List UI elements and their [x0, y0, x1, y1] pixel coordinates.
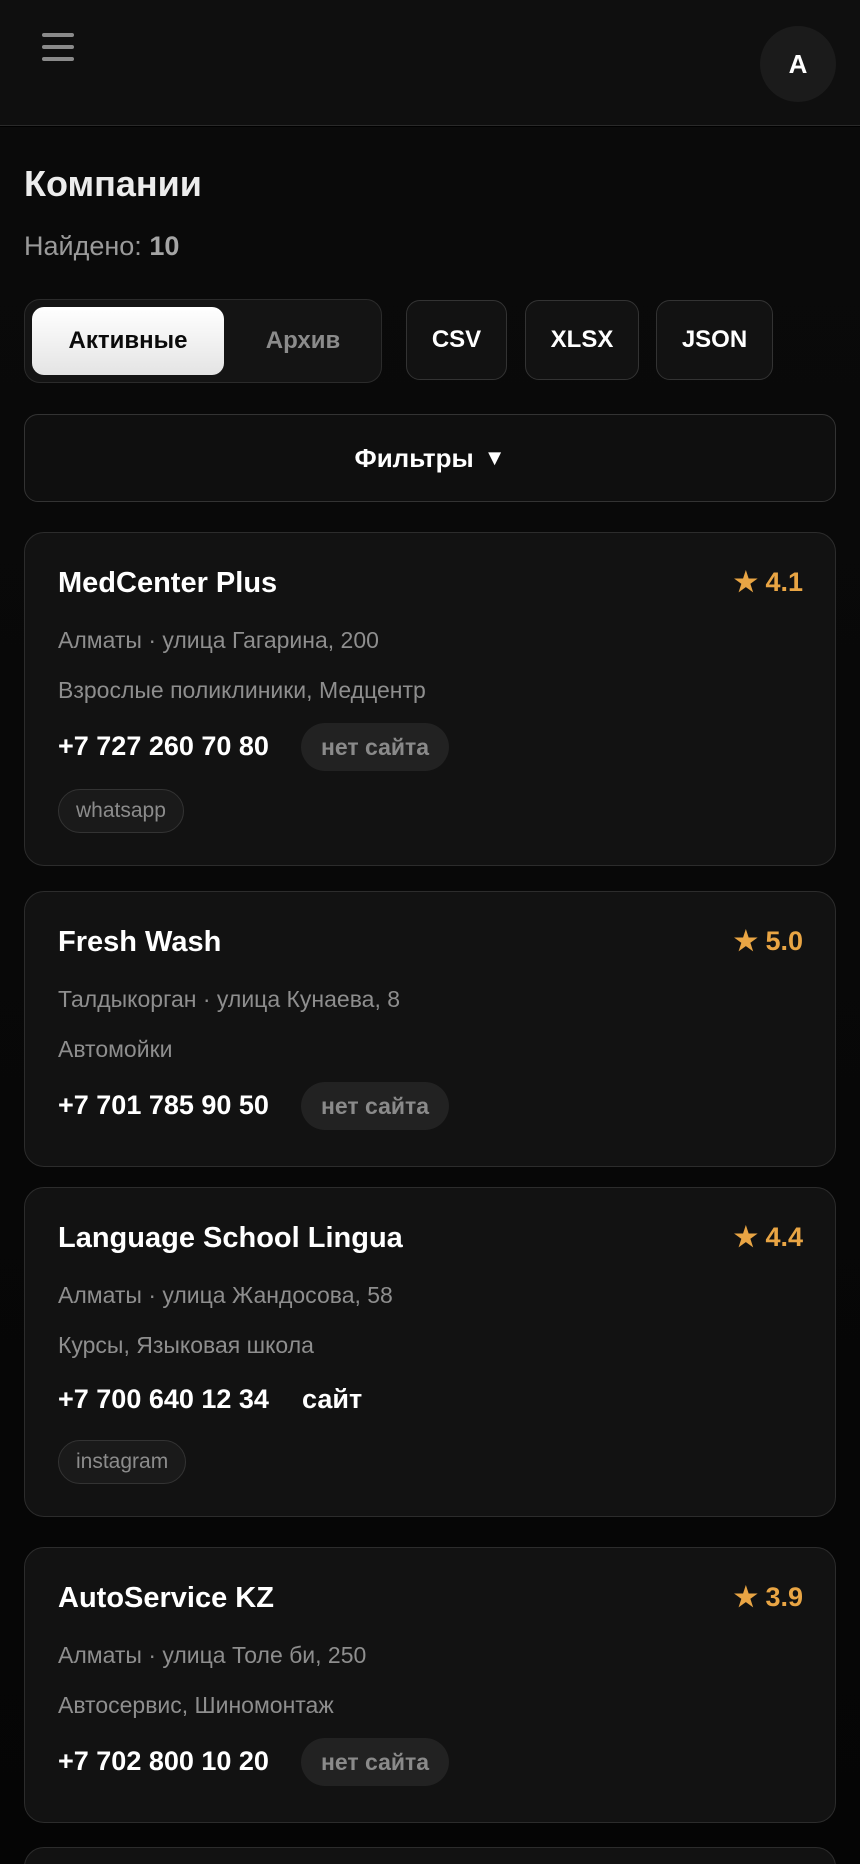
company-card[interactable]: Language School Lingua ★ 4.4 Алматы · ул… — [24, 1187, 836, 1517]
found-label: Найдено: — [24, 231, 142, 261]
company-name: AutoService KZ — [58, 1582, 274, 1614]
export-csv-button[interactable]: CSV — [406, 300, 507, 380]
top-bar: A — [0, 0, 860, 126]
chevron-down-icon: ▼ — [483, 445, 506, 470]
company-card[interactable]: MedCenter Plus ★ 4.1 Алматы · улица Гага… — [24, 532, 836, 866]
filters-button[interactable]: Фильтры ▼ — [24, 414, 836, 502]
company-address: Алматы · улица Толе би, 250 — [58, 1642, 367, 1668]
no-site-badge: нет сайта — [301, 1082, 450, 1130]
company-phone[interactable]: +7 702 800 10 20 — [58, 1746, 269, 1777]
export-xlsx-button[interactable]: XLSX — [525, 300, 639, 380]
export-json-button[interactable]: JSON — [656, 300, 773, 380]
site-link[interactable]: сайт — [302, 1384, 362, 1415]
company-categories: Автосервис, Шиномонтаж — [58, 1692, 334, 1718]
no-site-badge: нет сайта — [301, 1738, 450, 1786]
found-number: 10 — [149, 231, 180, 261]
company-rating: ★ 4.1 — [733, 567, 803, 597]
company-categories: Автомойки — [58, 1036, 173, 1062]
found-count: Найдено: 10 — [24, 231, 179, 262]
company-name: Language School Lingua — [58, 1222, 403, 1254]
no-site-badge: нет сайта — [301, 723, 450, 771]
company-address: Алматы · улица Гагарина, 200 — [58, 627, 379, 653]
company-phone[interactable]: +7 727 260 70 80 — [58, 731, 269, 762]
status-toggle: Активные Архив — [24, 299, 382, 383]
company-card[interactable]: AutoService KZ ★ 3.9 Алматы · улица Толе… — [24, 1547, 836, 1823]
hamburger-menu-icon[interactable] — [40, 30, 78, 64]
avatar[interactable]: A — [760, 26, 836, 102]
company-address: Алматы · улица Жандосова, 58 — [58, 1282, 393, 1308]
tab-active[interactable]: Активные — [32, 307, 224, 375]
company-categories: Курсы, Языковая школа — [58, 1332, 314, 1358]
company-card[interactable] — [24, 1847, 836, 1864]
filters-label: Фильтры — [354, 442, 474, 473]
company-phone[interactable]: +7 701 785 90 50 — [58, 1090, 269, 1121]
social-tag[interactable]: whatsapp — [58, 789, 184, 833]
company-rating: ★ 4.4 — [733, 1222, 803, 1252]
social-tag[interactable]: instagram — [58, 1440, 187, 1484]
company-phone[interactable]: +7 700 640 12 34 — [58, 1384, 269, 1415]
company-rating: ★ 3.9 — [733, 1582, 803, 1612]
main-content: Компании Найдено: 10 Активные Архив CSV … — [0, 127, 860, 1864]
company-address: Талдыкорган · улица Кунаева, 8 — [58, 986, 401, 1012]
tab-archive[interactable]: Архив — [230, 307, 376, 375]
company-card[interactable]: Fresh Wash ★ 5.0 Талдыкорган · улица Кун… — [24, 891, 836, 1167]
company-rating: ★ 5.0 — [733, 926, 803, 956]
company-categories: Взрослые поликлиники, Медцентр — [58, 677, 426, 703]
company-name: MedCenter Plus — [58, 567, 278, 599]
page-title: Компании — [24, 163, 202, 204]
company-name: Fresh Wash — [58, 926, 222, 958]
